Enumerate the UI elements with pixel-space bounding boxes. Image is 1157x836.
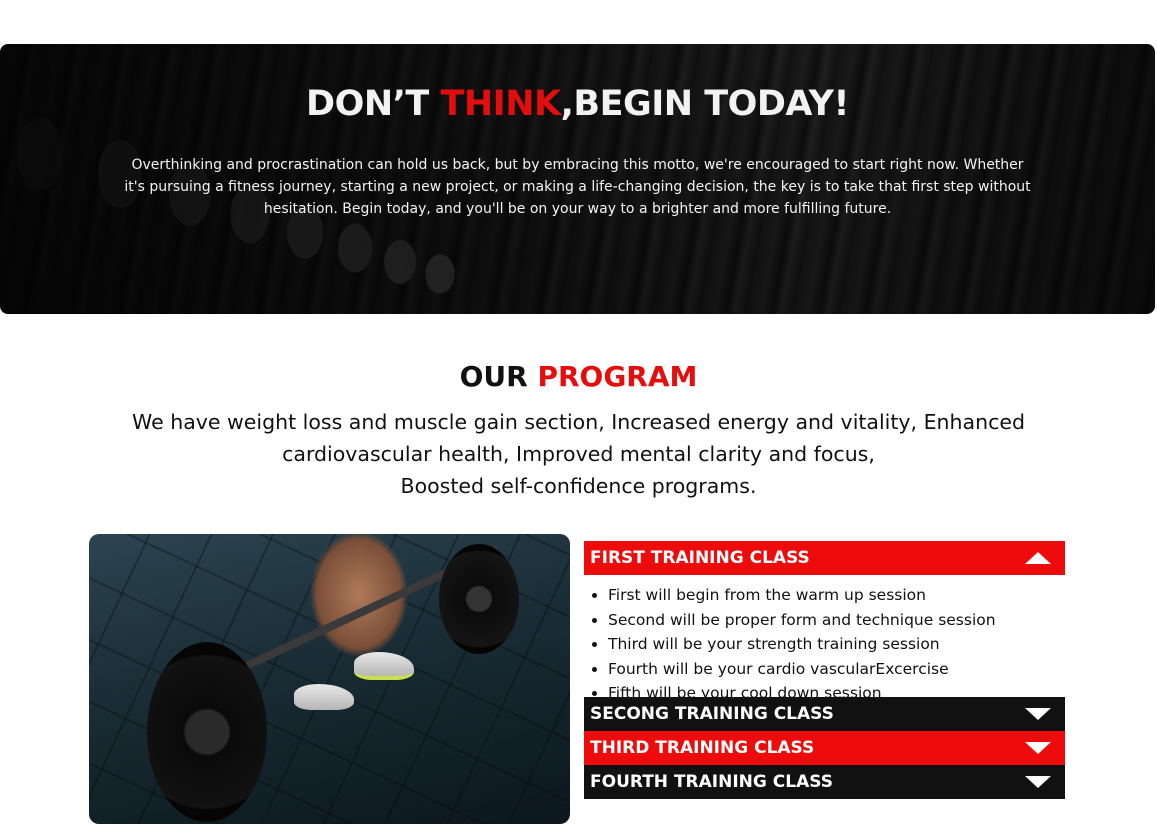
hero-title-part2: ,BEGIN TODAY! bbox=[560, 84, 850, 124]
program-title: OUR PROGRAM bbox=[0, 360, 1157, 393]
barbell-plate-right bbox=[439, 544, 519, 654]
athlete-legs-shape bbox=[269, 534, 449, 714]
hero-title: DON’T THINK,BEGIN TODAY! bbox=[0, 84, 1155, 124]
training-class-accordion: FIRST TRAINING CLASS First will begin fr… bbox=[584, 541, 1065, 799]
accordion-label-second: SECONG TRAINING CLASS bbox=[590, 704, 834, 724]
triangle-up-icon bbox=[1025, 552, 1051, 564]
accordion-header-third[interactable]: THIRD TRAINING CLASS bbox=[584, 731, 1065, 765]
program-desc-line1: We have weight loss and muscle gain sect… bbox=[132, 410, 1025, 434]
program-desc-line2: cardiovascular health, Improved mental c… bbox=[282, 442, 875, 466]
list-item: First will begin from the warm up sessio… bbox=[608, 583, 1065, 608]
training-steps-list: First will begin from the warm up sessio… bbox=[584, 583, 1065, 706]
accordion-label-first: FIRST TRAINING CLASS bbox=[590, 548, 810, 568]
hero-banner: DON’T THINK,BEGIN TODAY! Overthinking an… bbox=[0, 44, 1155, 314]
accordion-label-third: THIRD TRAINING CLASS bbox=[590, 738, 815, 758]
program-desc-line3: Boosted self-confidence programs. bbox=[400, 474, 757, 498]
hero-title-highlight: THINK bbox=[440, 84, 562, 124]
accordion-label-fourth: FOURTH TRAINING CLASS bbox=[590, 772, 833, 792]
hero-description: Overthinking and procrastination can hol… bbox=[124, 157, 1031, 217]
hero-title-part1: DON’T bbox=[306, 84, 441, 124]
list-item: Second will be proper form and technique… bbox=[608, 608, 1065, 633]
triangle-down-icon bbox=[1025, 742, 1051, 754]
program-description: We have weight loss and muscle gain sect… bbox=[110, 406, 1047, 502]
accordion-body-first: First will begin from the warm up sessio… bbox=[584, 575, 1065, 702]
barbell-plate-left bbox=[147, 642, 267, 822]
deadlift-photo bbox=[89, 534, 570, 824]
list-item: Fourth will be your cardio vascularExcer… bbox=[608, 657, 1065, 682]
triangle-down-icon bbox=[1025, 776, 1051, 788]
triangle-down-icon bbox=[1025, 708, 1051, 720]
list-item: Third will be your strength training ses… bbox=[608, 632, 1065, 657]
program-title-highlight: PROGRAM bbox=[537, 360, 698, 393]
program-title-part1: OUR bbox=[459, 360, 538, 393]
accordion-header-fourth[interactable]: FOURTH TRAINING CLASS bbox=[584, 765, 1065, 799]
accordion-header-first[interactable]: FIRST TRAINING CLASS bbox=[584, 541, 1065, 575]
